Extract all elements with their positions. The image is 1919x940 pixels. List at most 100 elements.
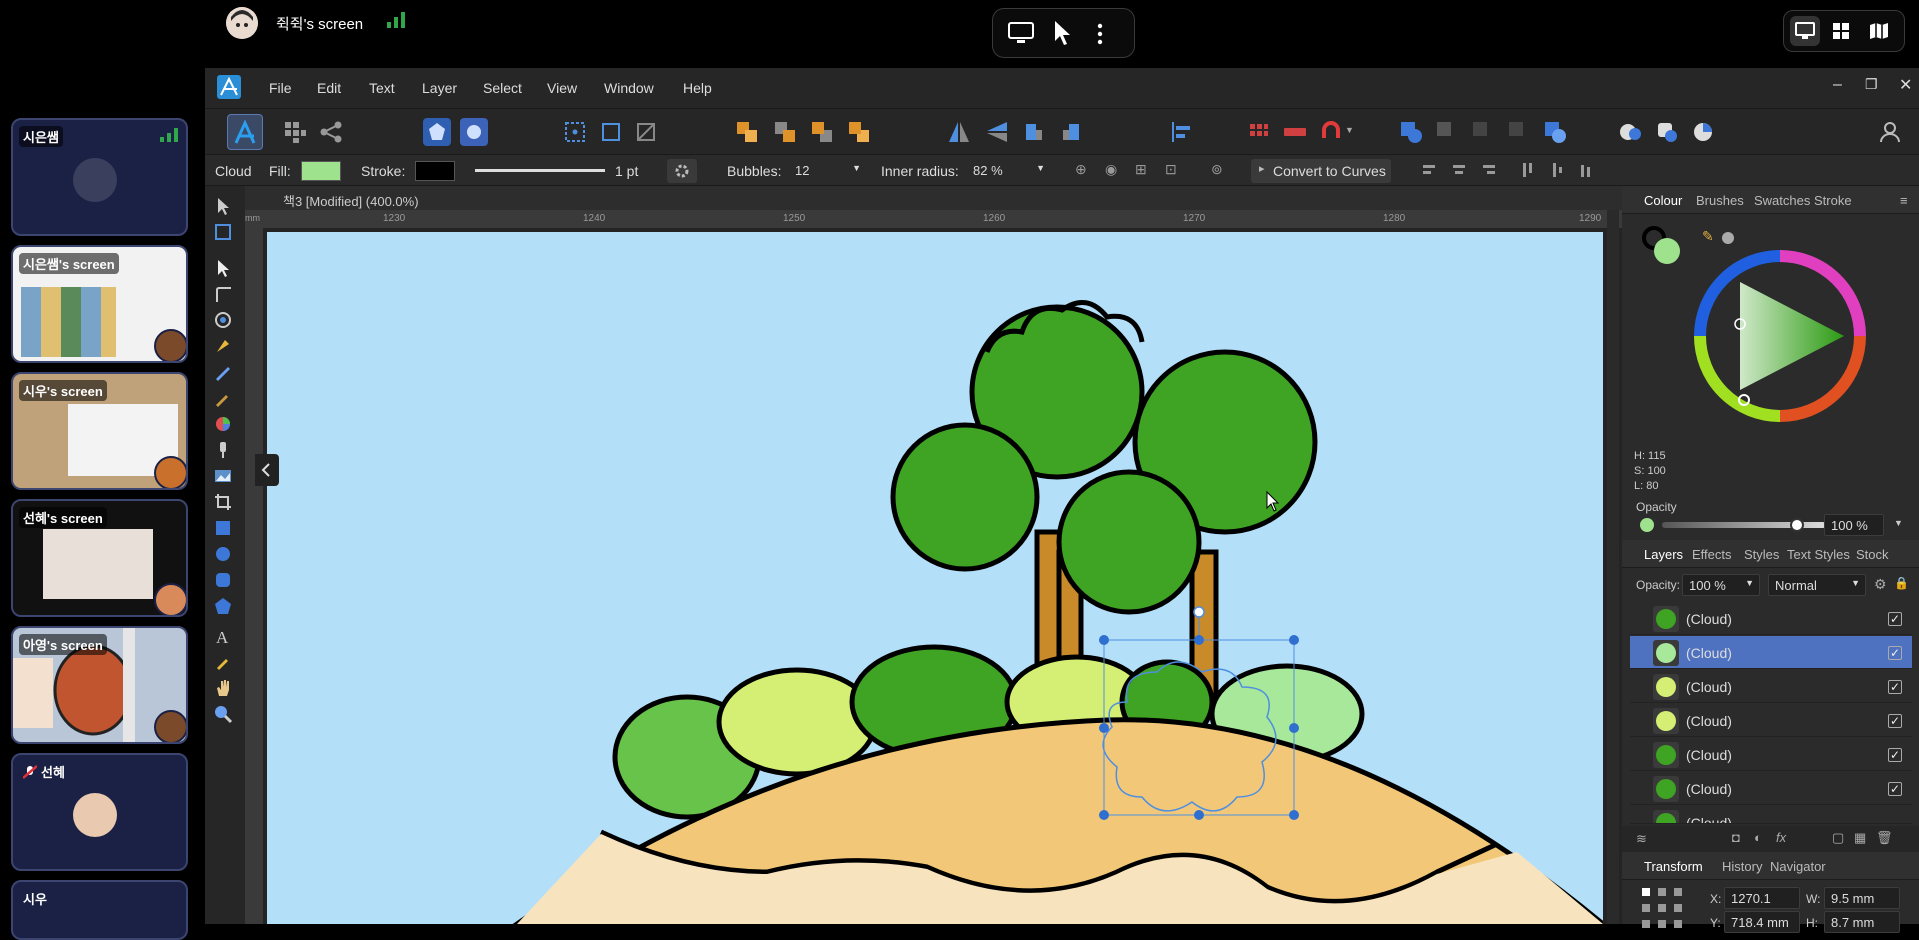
target-icon[interactable]: ⊕ [1075,161,1087,178]
geometry-icon[interactable]: ⊚ [1211,161,1223,178]
adjustment-icon[interactable]: ◐ [1754,830,1762,845]
colour-mode-icon[interactable] [1722,232,1734,244]
layers-stack-icon[interactable]: ≋ [1636,831,1647,847]
layer-row[interactable]: (Cloud) ✓ [1630,602,1912,635]
participant-tile[interactable]: 시은쌤 [11,118,188,236]
panel-menu-icon[interactable]: ≡ [1900,193,1908,208]
place-image-icon[interactable] [213,466,233,486]
tab-swatches[interactable]: Swatches [1754,193,1810,208]
color-picker-icon[interactable] [213,652,233,672]
inner-radius-field[interactable]: 82 % ▼ [967,160,1051,182]
layer-row[interactable]: (Cloud) ✓ [1630,772,1912,805]
flip-horizontal-icon[interactable] [945,118,973,146]
group-icon[interactable]: ▦ [1854,830,1866,846]
opacity-field[interactable]: 100 % [1824,514,1884,536]
participant-tile[interactable]: 시은쌤's screen [11,245,188,363]
fill-swatch[interactable] [301,161,341,181]
blend-mode-select[interactable]: Normal ▼ [1768,574,1866,596]
document-tab[interactable]: 책3 [Modified] (400.0%) ✕ [245,186,1815,210]
menu-text[interactable]: Text [369,80,395,96]
tab-stroke[interactable]: Stroke [1814,193,1852,208]
opacity-slider-knob[interactable] [1790,518,1804,532]
pencil-tool-icon[interactable] [213,362,233,382]
restore-icon[interactable]: ❐ [1865,76,1878,93]
corner-icon[interactable]: ⊡ [1165,161,1177,178]
tab-navigator[interactable]: Navigator [1770,859,1826,874]
export-persona-icon[interactable] [317,118,345,146]
participant-tile[interactable]: 선혜 [11,753,188,871]
y-field[interactable]: 718.4 mm [1724,911,1800,933]
add-page-icon[interactable]: ▢ [1832,830,1844,846]
align-distribute-icons[interactable] [1423,163,1593,179]
convert-to-curves-button[interactable]: ▸ Convert to Curves [1251,159,1391,183]
visibility-checkbox[interactable]: ✓ [1888,612,1902,626]
node-tool-icon[interactable] [213,258,233,278]
delete-layer-icon[interactable]: 🗑 [1876,830,1893,846]
minimize-icon[interactable]: – [1833,76,1842,94]
layer-row[interactable]: (Cloud) ✓ [1630,738,1912,771]
chevron-down-icon[interactable]: ▼ [1894,518,1903,528]
move-to-front-icon[interactable] [845,118,873,146]
gear-icon[interactable]: ⚙ [1874,576,1887,593]
rounded-rect-tool-icon[interactable] [213,570,233,590]
layer-row[interactable]: (Cloud) [1630,806,1912,824]
menu-help[interactable]: Help [683,80,712,96]
close-icon[interactable]: ✕ [1899,75,1912,95]
visibility-checkbox[interactable]: ✓ [1888,646,1902,660]
colour-wheel[interactable] [1694,250,1866,422]
bubbles-field[interactable]: 12 ▼ [789,160,867,182]
rotate-right-icon[interactable] [1057,118,1085,146]
pen-tool-icon[interactable] [213,336,233,356]
tab-history[interactable]: History [1722,859,1762,874]
center-icon[interactable]: ⊞ [1135,161,1147,178]
collapse-tools-button[interactable] [255,454,279,486]
layer-row[interactable]: (Cloud) ✓ [1630,670,1912,703]
tab-stock[interactable]: Stock [1856,547,1889,562]
monitor-icon[interactable] [1007,21,1035,45]
map-view-icon[interactable] [1870,23,1888,39]
user-account-icon[interactable] [1876,118,1904,146]
visibility-checkbox[interactable]: ✓ [1888,782,1902,796]
participant-tile[interactable]: 선혜's screen [11,499,188,617]
tab-effects[interactable]: Effects [1692,547,1732,562]
rectangle-tool-icon[interactable] [213,518,233,538]
insert-behind-icon[interactable] [1653,118,1681,146]
designer-persona-button[interactable] [227,114,263,150]
stroke-width-slider[interactable] [475,169,605,172]
eye-icon[interactable]: ◉ [1105,161,1117,178]
insert-top-icon[interactable] [1689,118,1717,146]
participant-tile[interactable]: 아영's screen [11,626,188,744]
snapping-magnet-icon[interactable] [1317,118,1345,146]
rotate-left-icon[interactable] [1020,118,1048,146]
eyedropper-icon[interactable]: ✎ [1702,228,1714,245]
boolean-add-icon[interactable] [1397,118,1425,146]
boolean-xor-icon[interactable] [1505,118,1533,146]
menu-file[interactable]: File [269,80,292,96]
crop-tool-icon[interactable] [213,492,233,512]
more-icon[interactable] [1095,23,1105,45]
assistant-button[interactable] [423,118,451,146]
stroke-swatch[interactable] [415,161,455,181]
snapping-options-icon[interactable] [1281,118,1309,146]
brush-tool-icon[interactable] [213,388,233,408]
text-tool-icon[interactable]: A [213,626,233,646]
tab-colour[interactable]: Colour [1644,193,1682,208]
corner-tool-icon[interactable] [213,284,233,304]
artboard-tool-icon[interactable] [213,222,233,242]
x-field[interactable]: 1270.1 mm [1724,887,1800,921]
insert-inside-icon[interactable] [1617,118,1645,146]
ellipse-tool-icon[interactable] [213,544,233,564]
shape-tool-icon[interactable] [213,596,233,616]
fill-colour-well[interactable] [1654,238,1680,264]
w-field[interactable]: 9.5 mm [1824,887,1900,909]
move-to-back-icon[interactable] [733,118,761,146]
flip-vertical-icon[interactable] [983,118,1011,146]
menu-edit[interactable]: Edit [317,80,341,96]
tab-brushes[interactable]: Brushes [1696,193,1744,208]
visibility-checkbox[interactable]: ✓ [1888,748,1902,762]
transform-origin-icon[interactable] [561,118,589,146]
boolean-intersect-icon[interactable] [1469,118,1497,146]
menu-select[interactable]: Select [483,80,522,96]
contour-tool-icon[interactable] [213,310,233,330]
move-forward-icon[interactable] [808,118,836,146]
